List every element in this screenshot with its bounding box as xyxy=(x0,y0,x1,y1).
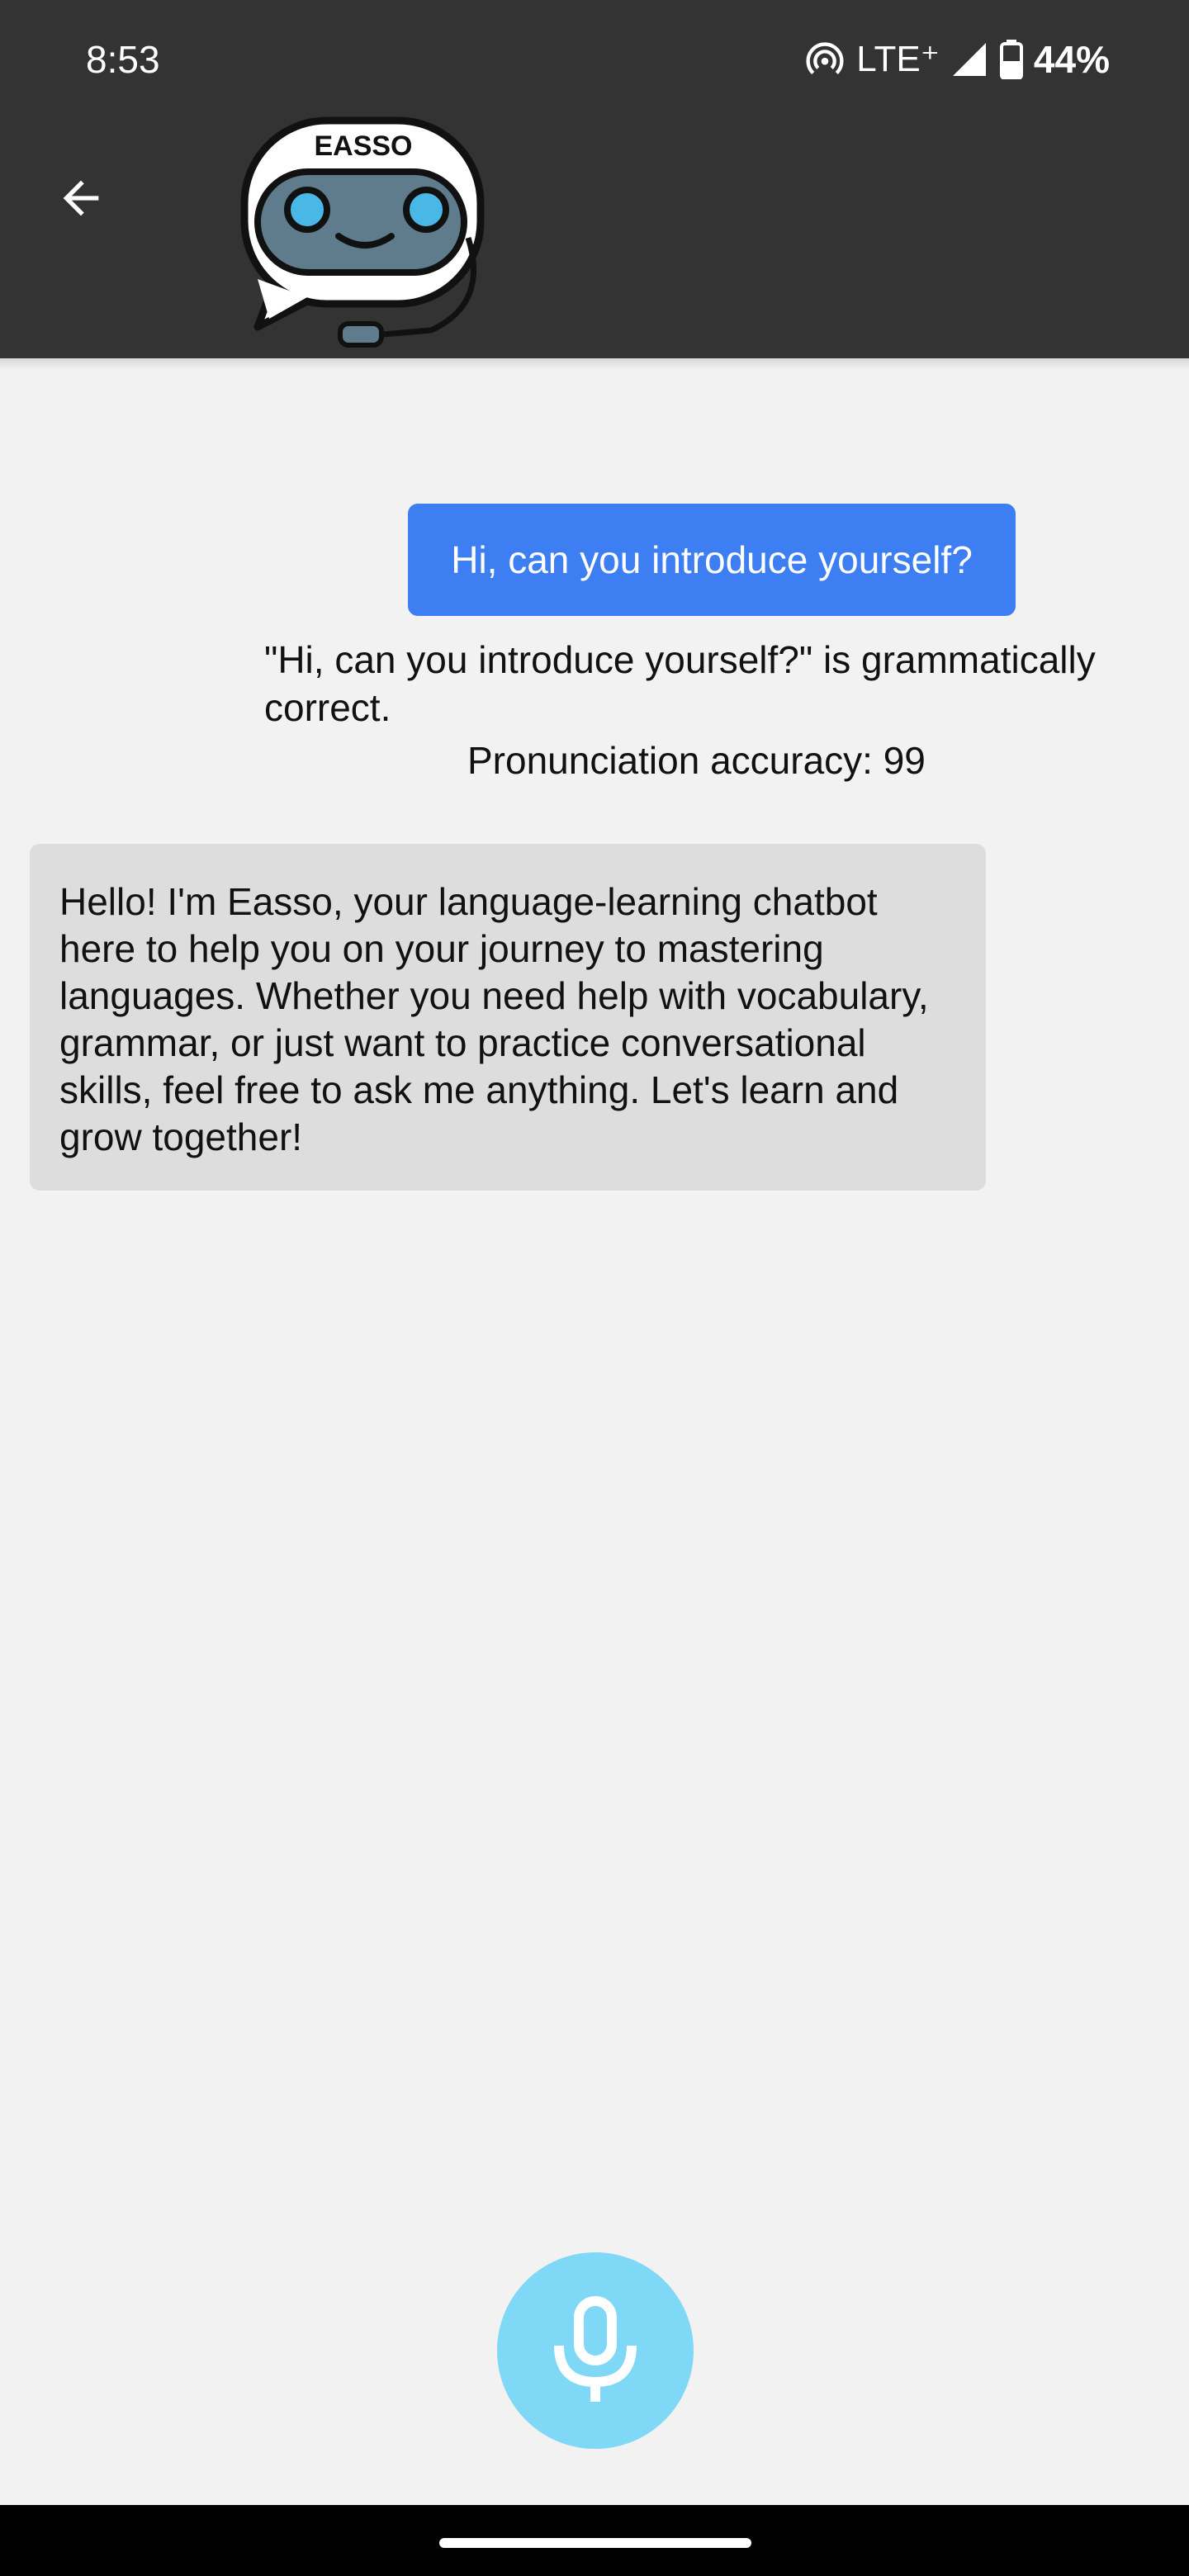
easso-logo: EASSO xyxy=(240,116,485,348)
pronunciation-feedback: Pronunciation accuracy: 99 xyxy=(467,739,926,782)
grammar-feedback: "Hi, can you introduce yourself?" is gra… xyxy=(264,638,1096,729)
home-handle[interactable] xyxy=(439,2538,751,2548)
system-nav-bar xyxy=(0,2505,1189,2576)
status-time: 8:53 xyxy=(86,38,160,81)
mic-button[interactable] xyxy=(497,2252,694,2449)
signal-icon xyxy=(952,43,986,76)
microphone-icon xyxy=(554,2296,637,2402)
app-bar: 8:53 LTE⁺ 44% EASSO xyxy=(0,0,1189,358)
status-icons: LTE⁺ 44% xyxy=(803,35,1110,84)
back-button[interactable] xyxy=(41,159,121,238)
hotspot-icon xyxy=(806,42,844,75)
logo-text: EASSO xyxy=(314,130,412,162)
bot-message-bubble: Hello! I'm Easso, your language-learning… xyxy=(30,844,986,1191)
battery-level: 44% xyxy=(1033,38,1110,81)
battery-icon xyxy=(999,40,1023,79)
network-type: LTE⁺ xyxy=(856,39,940,79)
app-bar-shadow xyxy=(0,358,1189,370)
arrow-left-icon xyxy=(63,180,99,216)
user-message-bubble: Hi, can you introduce yourself? xyxy=(408,504,1016,616)
